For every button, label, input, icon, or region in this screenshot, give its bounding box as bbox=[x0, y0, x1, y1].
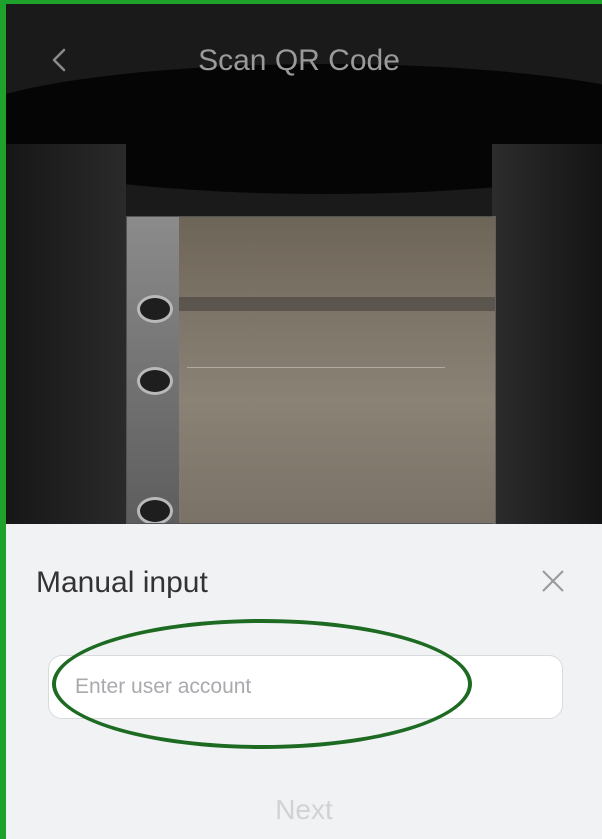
camera-preview bbox=[127, 217, 495, 523]
header: Scan QR Code bbox=[6, 4, 602, 124]
camera-preview-strip bbox=[127, 217, 179, 523]
close-icon[interactable] bbox=[540, 568, 566, 594]
next-button[interactable]: Next bbox=[6, 794, 602, 826]
camera-preview-hole bbox=[137, 295, 173, 323]
scan-area bbox=[126, 216, 496, 524]
camera-scene-right bbox=[492, 144, 602, 524]
account-input-container bbox=[48, 655, 563, 719]
camera-viewfinder: Scan QR Code bbox=[6, 4, 602, 524]
page-title: Scan QR Code bbox=[198, 44, 400, 77]
camera-preview-hole bbox=[137, 497, 173, 523]
camera-preview-band bbox=[127, 297, 495, 311]
user-account-input[interactable] bbox=[49, 656, 562, 718]
phone-screen: Scan QR Code Manual input Next bbox=[0, 0, 602, 839]
camera-preview-hole bbox=[137, 367, 173, 395]
manual-input-panel: Manual input Next bbox=[6, 524, 602, 839]
camera-scene-left bbox=[6, 144, 126, 524]
panel-title: Manual input bbox=[36, 566, 208, 599]
scan-line bbox=[187, 367, 445, 368]
